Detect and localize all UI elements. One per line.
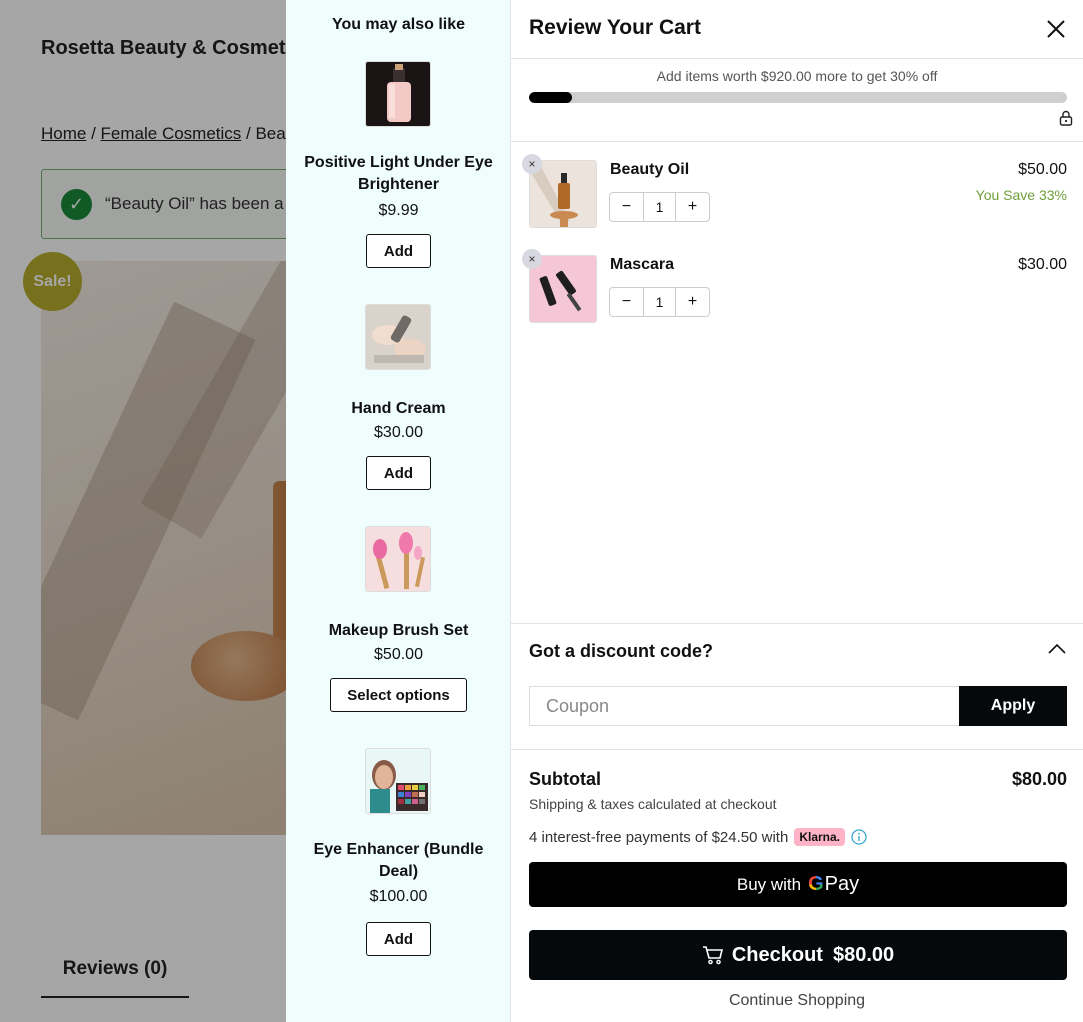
upsell-item-name[interactable]: Positive Light Under Eye Brightener	[296, 152, 501, 196]
cart-item: × Mascara − 1 + $30.00	[511, 249, 1083, 325]
gpay-prefix: Buy with	[736, 874, 802, 894]
shipping-note: Shipping & taxes calculated at checkout	[529, 796, 777, 812]
klarna-text: 4 interest-free payments of $24.50 with	[529, 828, 789, 846]
info-icon[interactable]	[851, 829, 867, 845]
quantity-value[interactable]: 1	[643, 193, 676, 221]
quantity-stepper: − 1 +	[609, 192, 710, 222]
increase-quantity-button[interactable]: +	[676, 193, 709, 221]
upsell-item-name[interactable]: Eye Enhancer (Bundle Deal)	[296, 839, 501, 883]
coupon-input[interactable]	[529, 686, 959, 726]
hand-cream-image[interactable]	[365, 304, 431, 370]
cart-item-price: $30.00	[1018, 256, 1067, 273]
subtotal-label: Subtotal	[529, 769, 601, 789]
upsell-item-price: $100.00	[369, 888, 428, 905]
eye-palette-image[interactable]	[365, 748, 431, 814]
remove-item-icon[interactable]: ×	[522, 154, 542, 174]
upsell-add-button[interactable]: Add	[366, 922, 431, 956]
upsell-title: You may also like	[331, 16, 466, 33]
discount-progress-bar	[529, 92, 1067, 103]
decrease-quantity-button[interactable]: −	[610, 193, 643, 221]
discount-toggle-label[interactable]: Got a discount code?	[529, 641, 713, 662]
increase-quantity-button[interactable]: +	[676, 288, 709, 316]
checkout-button[interactable]: Checkout $80.00	[529, 930, 1067, 980]
close-icon[interactable]	[1045, 18, 1067, 40]
klarna-logo: Klarna.	[794, 828, 845, 846]
upsell-select-options-button[interactable]: Select options	[330, 678, 467, 712]
upsell-item-name[interactable]: Makeup Brush Set	[296, 620, 501, 642]
cart-item: × Beauty Oil − 1 + $50.00 You Save 33%	[511, 154, 1083, 230]
upsell-panel: You may also like Positive Light Under E…	[286, 0, 511, 1022]
discount-section: Got a discount code? Apply	[511, 623, 1083, 750]
klarna-installments: 4 interest-free payments of $24.50 with …	[529, 828, 867, 846]
decrease-quantity-button[interactable]: −	[610, 288, 643, 316]
remove-item-icon[interactable]: ×	[522, 249, 542, 269]
quantity-stepper: − 1 +	[609, 287, 710, 317]
lock-icon	[1059, 110, 1073, 126]
upsell-item-price: $30.00	[374, 424, 423, 441]
google-pay-button[interactable]: Buy with G Pay	[529, 862, 1067, 907]
cart-icon	[702, 945, 724, 965]
cart-drawer: Review Your Cart Add items worth $920.00…	[511, 0, 1083, 1022]
discount-progress-fill	[529, 92, 573, 103]
divider	[511, 141, 1083, 142]
brush-set-image[interactable]	[365, 526, 431, 592]
upsell-item-name[interactable]: Hand Cream	[296, 398, 501, 420]
upsell-add-button[interactable]: Add	[366, 234, 431, 268]
cart-item-price: $50.00	[1018, 161, 1067, 178]
cart-header: Review Your Cart	[511, 0, 1083, 59]
chevron-up-icon[interactable]	[1048, 642, 1066, 654]
upsell-item-price: $50.00	[374, 646, 423, 663]
quantity-value[interactable]: 1	[643, 288, 676, 316]
serum-bottle-image[interactable]	[365, 61, 431, 127]
apply-coupon-button[interactable]: Apply	[959, 686, 1067, 726]
google-g-icon: G	[808, 873, 824, 895]
checkout-label: Checkout	[731, 943, 823, 966]
gpay-pay-label: Pay	[824, 873, 860, 895]
upsell-add-button[interactable]: Add	[366, 456, 431, 490]
subtotal-value: $80.00	[1011, 769, 1067, 789]
cart-item-name[interactable]: Mascara	[610, 256, 674, 274]
upsell-item-price: $9.99	[378, 202, 419, 219]
continue-shopping-link[interactable]: Continue Shopping	[511, 992, 1083, 1010]
cart-item-name[interactable]: Beauty Oil	[610, 161, 689, 179]
checkout-amount: $80.00	[832, 943, 895, 966]
discount-progress-text: Add items worth $920.00 more to get 30% …	[656, 68, 938, 84]
cart-item-savings: You Save 33%	[975, 187, 1067, 203]
cart-title: Review Your Cart	[529, 16, 701, 39]
